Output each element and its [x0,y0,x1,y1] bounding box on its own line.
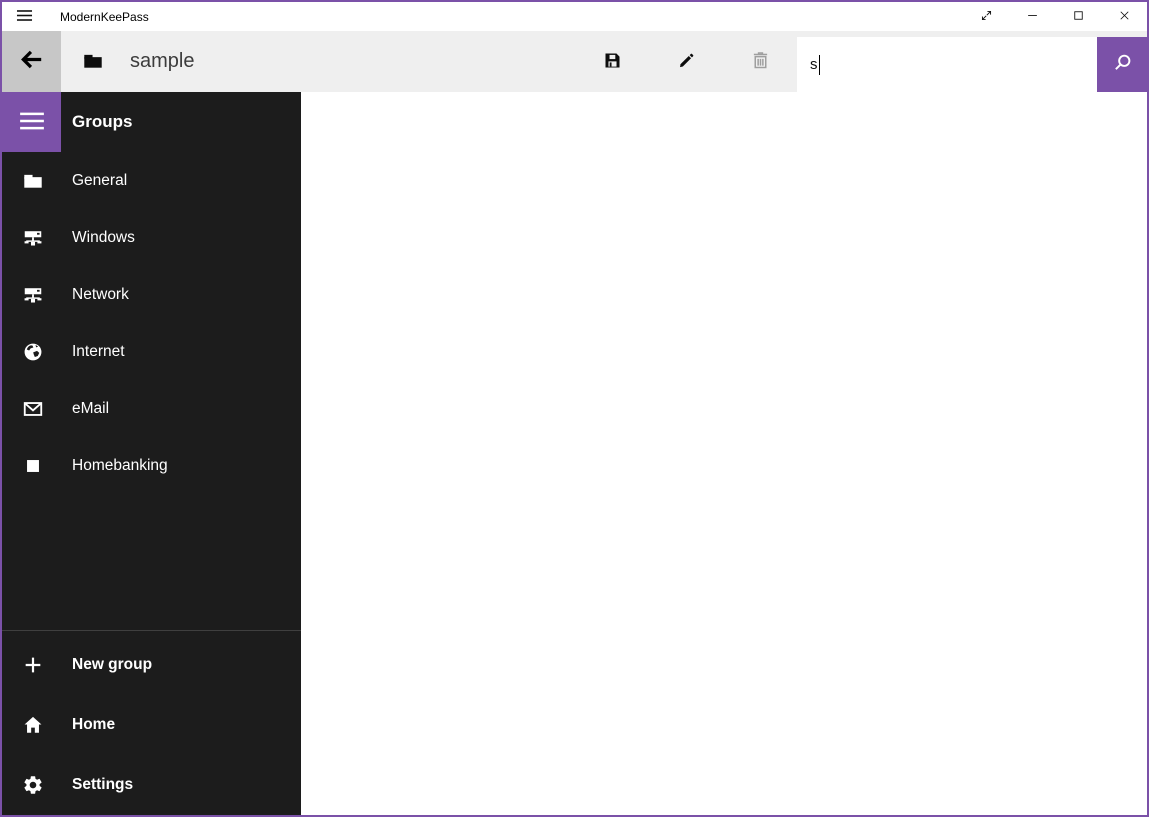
globe-icon [22,341,44,363]
sidebar-item-label: New group [72,656,152,674]
network-icon [22,284,44,306]
minimize-icon [1025,8,1040,26]
search-box [797,37,1097,92]
back-arrow-icon [19,47,45,76]
sidebar-item-new-group[interactable]: New group [2,635,301,695]
sidebar-top: Groups [2,92,301,152]
sidebar-item-label: Settings [72,776,133,794]
edit-button[interactable] [662,31,710,92]
sidebar-item-label: Homebanking [72,457,168,475]
sidebar-item-home[interactable]: Home [2,695,301,755]
sidebar-item-label: General [72,172,127,190]
search-button[interactable] [1097,37,1149,92]
maximize-icon [1071,8,1086,26]
close-button[interactable] [1101,2,1147,31]
sidebar-item-homebanking[interactable]: Homebanking [2,437,301,494]
groups-list: General Windows Network Internet eMail H… [2,152,301,494]
sidebar-item-label: eMail [72,400,109,418]
folder-icon [22,170,44,192]
text-caret [819,55,820,75]
groups-header: Groups [72,112,132,132]
home-icon [22,714,44,736]
settings-icon [22,774,44,796]
close-icon [1117,8,1132,26]
mail-icon [22,398,44,420]
sidebar-item-label: Windows [72,229,135,247]
search-icon [1112,52,1134,77]
fullscreen-icon [979,8,994,26]
search-input[interactable] [797,37,1097,92]
sidebar-menu-button[interactable] [2,92,61,152]
save-button[interactable] [588,31,636,92]
trash-icon [750,50,771,74]
app-window: ModernKeePass sample Groups Gen [0,0,1149,817]
sidebar-item-windows[interactable]: Windows [2,209,301,266]
titlebar-menu-button[interactable] [2,2,46,31]
network-icon [22,227,44,249]
sidebar-item-general[interactable]: General [2,152,301,209]
sidebar-item-label: Network [72,286,129,304]
titlebar: ModernKeePass [2,2,1147,31]
save-icon [602,50,623,74]
sidebar-item-settings[interactable]: Settings [2,755,301,815]
maximize-button[interactable] [1055,2,1101,31]
commandbar-actions [588,31,810,92]
sidebar-item-internet[interactable]: Internet [2,323,301,380]
sidebar-spacer [2,494,301,630]
database-folder-icon [82,50,104,72]
hamburger-icon [15,6,34,28]
fullscreen-button[interactable] [963,2,1009,31]
app-title: ModernKeePass [60,10,149,24]
back-button[interactable] [2,31,61,92]
edit-icon [676,50,697,74]
plus-icon [22,654,44,676]
sidebar-item-email[interactable]: eMail [2,380,301,437]
delete-button[interactable] [736,31,784,92]
square-icon [22,455,44,477]
sidebar: Groups General Windows Network Internet … [2,92,301,815]
sidebar-item-label: Home [72,716,115,734]
hamburger-icon [17,106,47,139]
command-bar: sample [2,31,1147,92]
sidebar-actions: New group Home Settings [2,631,301,815]
database-title: sample [130,31,194,92]
sidebar-item-network[interactable]: Network [2,266,301,323]
minimize-button[interactable] [1009,2,1055,31]
search-suggestions-dropdown [797,92,1147,272]
window-controls [963,2,1147,31]
sidebar-item-label: Internet [72,343,125,361]
